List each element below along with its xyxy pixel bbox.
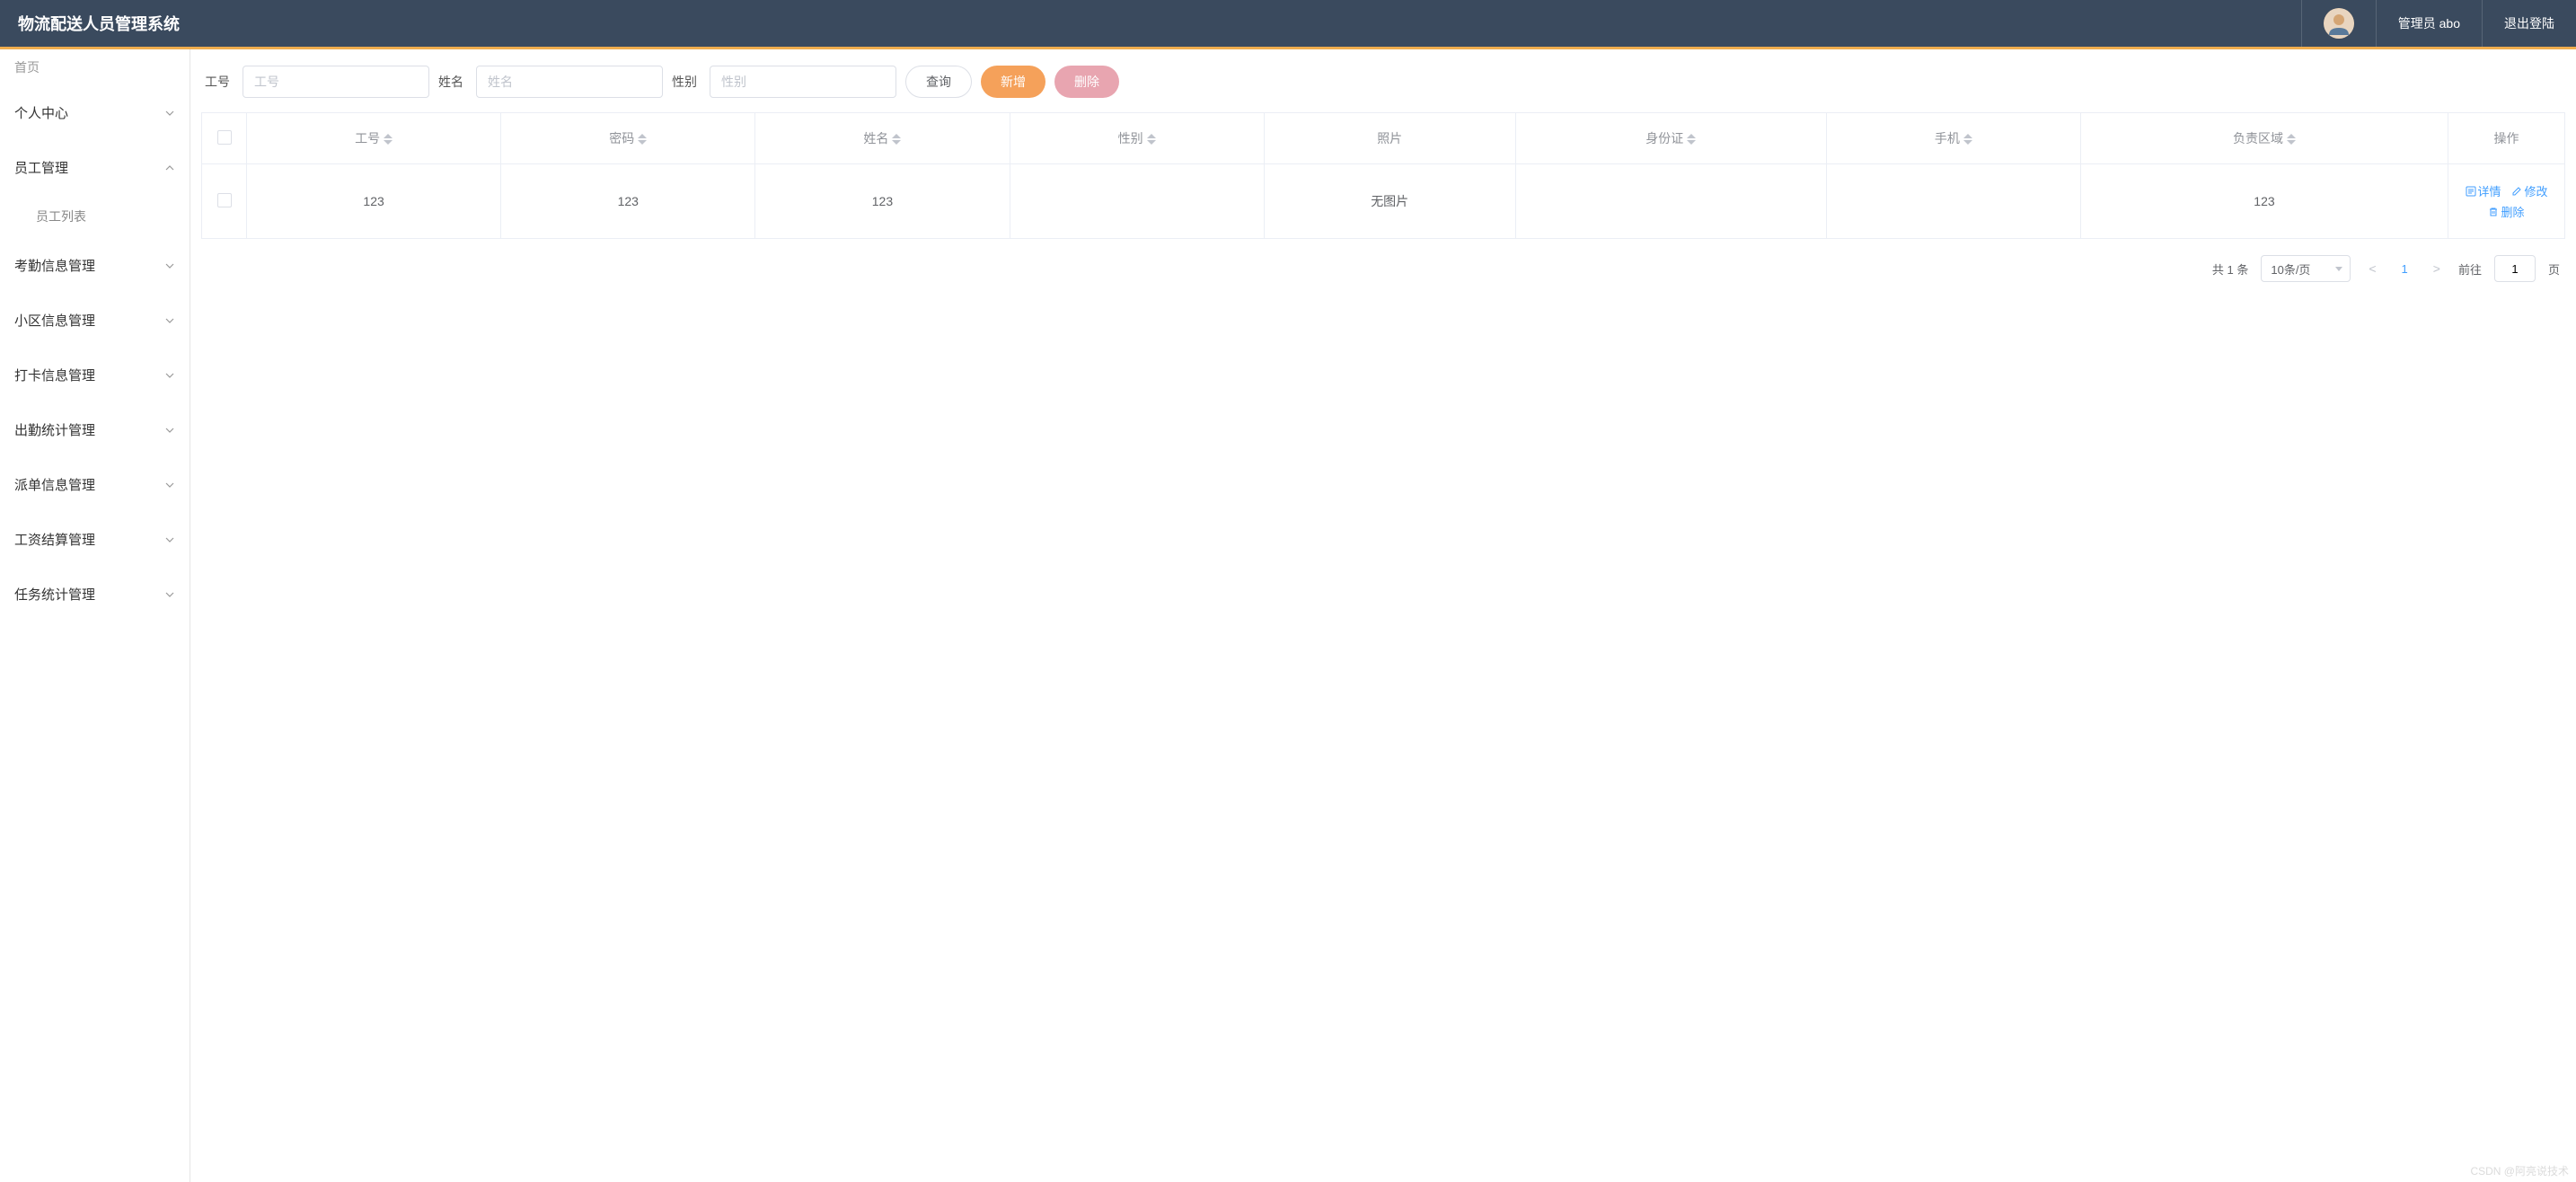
- sidebar-item-checkin[interactable]: 打卡信息管理: [0, 348, 190, 402]
- add-button[interactable]: 新增: [981, 66, 1045, 98]
- app-title: 物流配送人员管理系统: [0, 12, 180, 35]
- cell-ops: 详情 修改 删除: [2448, 164, 2565, 239]
- avatar-cell[interactable]: [2301, 0, 2376, 47]
- sidebar-item-employee[interactable]: 员工管理: [0, 140, 190, 195]
- chevron-down-icon: [164, 370, 175, 381]
- chevron-down-icon: [164, 425, 175, 436]
- sidebar-subitem-employee-list[interactable]: 员工列表: [0, 195, 190, 238]
- chevron-down-icon: [164, 108, 175, 119]
- chevron-down-icon: [164, 315, 175, 326]
- sort-icon: [638, 134, 647, 145]
- user-label[interactable]: 管理员 abo: [2376, 0, 2482, 47]
- data-table: 工号 密码 姓名 性别 照片 身份证 手机 负责区域 操作 123 123 12…: [201, 112, 2565, 239]
- sidebar-item-personal[interactable]: 个人中心: [0, 85, 190, 140]
- pagination: 共 1 条 10条/页 < 1 > 前往 页: [201, 255, 2565, 282]
- sidebar-item-salary[interactable]: 工资结算管理: [0, 512, 190, 567]
- sidebar-item-label: 工资结算管理: [14, 530, 95, 549]
- header-right: 管理员 abo 退出登陆: [2301, 0, 2576, 47]
- cell-xingbie: [1010, 164, 1264, 239]
- col-zhaopian: 照片: [1264, 113, 1515, 164]
- sort-icon: [384, 134, 393, 145]
- sort-icon: [1687, 134, 1696, 145]
- op-detail[interactable]: 详情: [2466, 182, 2501, 199]
- col-xingbie[interactable]: 性别: [1010, 113, 1264, 164]
- total-text: 共 1 条: [2212, 260, 2249, 278]
- logout-button[interactable]: 退出登陆: [2482, 0, 2576, 47]
- filter-bar: 工号 姓名 性别 查询 新增 删除: [201, 66, 2565, 98]
- col-xingming[interactable]: 姓名: [755, 113, 1010, 164]
- cell-shenfenzheng: [1515, 164, 1826, 239]
- chevron-down-icon: [164, 480, 175, 490]
- prev-page-button[interactable]: <: [2363, 261, 2381, 276]
- page-number[interactable]: 1: [2395, 262, 2415, 276]
- sidebar: 首页 个人中心 员工管理 员工列表 考勤信息管理 小区信息管理 打卡信息管理 出…: [0, 49, 190, 1182]
- watermark: CSDN @阿亮说技术: [2470, 1163, 2569, 1178]
- main-content: 工号 姓名 性别 查询 新增 删除 工号 密码 姓名 性别 照片 身份证 手机: [190, 49, 2576, 1182]
- op-edit[interactable]: 修改: [2511, 182, 2547, 199]
- chevron-down-icon: [164, 260, 175, 271]
- sidebar-item-label: 小区信息管理: [14, 311, 95, 330]
- trash-icon: [2488, 207, 2499, 217]
- sidebar-item-dispatch[interactable]: 派单信息管理: [0, 457, 190, 512]
- col-shenfenzheng[interactable]: 身份证: [1515, 113, 1826, 164]
- cell-gonghao: 123: [247, 164, 501, 239]
- goto-suffix: 页: [2548, 260, 2560, 278]
- goto-label: 前往: [2458, 260, 2482, 278]
- sidebar-item-label: 打卡信息管理: [14, 366, 95, 384]
- xingming-input[interactable]: [476, 66, 663, 98]
- breadcrumb[interactable]: 首页: [0, 49, 190, 85]
- op-delete[interactable]: 删除: [2488, 203, 2524, 220]
- col-mima[interactable]: 密码: [501, 113, 755, 164]
- filter-label-xingbie: 性别: [672, 73, 697, 91]
- detail-icon: [2466, 186, 2476, 197]
- sidebar-item-label: 出勤统计管理: [14, 420, 95, 439]
- sidebar-item-attendance[interactable]: 考勤信息管理: [0, 238, 190, 293]
- page-size-select[interactable]: 10条/页: [2261, 255, 2351, 282]
- gonghao-input[interactable]: [243, 66, 429, 98]
- cell-shouji: [1826, 164, 2080, 239]
- sidebar-item-label: 考勤信息管理: [14, 256, 95, 275]
- sort-icon: [1963, 134, 1972, 145]
- col-shouji[interactable]: 手机: [1826, 113, 2080, 164]
- col-ops: 操作: [2448, 113, 2565, 164]
- next-page-button[interactable]: >: [2428, 261, 2446, 276]
- query-button[interactable]: 查询: [905, 66, 972, 98]
- filter-label-gonghao: 工号: [205, 73, 230, 91]
- table-row: 123 123 123 无图片 123 详情 修改 删除: [202, 164, 2565, 239]
- goto-input[interactable]: [2494, 255, 2536, 282]
- col-gonghao[interactable]: 工号: [247, 113, 501, 164]
- select-all-checkbox[interactable]: [217, 130, 232, 145]
- layout: 首页 个人中心 员工管理 员工列表 考勤信息管理 小区信息管理 打卡信息管理 出…: [0, 49, 2576, 1182]
- sort-icon: [892, 134, 901, 145]
- xingbie-input[interactable]: [710, 66, 896, 98]
- filter-label-xingming: 姓名: [438, 73, 463, 91]
- sort-icon: [1147, 134, 1156, 145]
- row-checkbox[interactable]: [217, 193, 232, 207]
- sidebar-item-label: 任务统计管理: [14, 585, 95, 604]
- cell-xingming: 123: [755, 164, 1010, 239]
- edit-icon: [2511, 186, 2522, 197]
- delete-button[interactable]: 删除: [1054, 66, 1119, 98]
- sidebar-item-community[interactable]: 小区信息管理: [0, 293, 190, 348]
- sidebar-item-label: 个人中心: [14, 103, 68, 122]
- sidebar-item-label: 员工管理: [14, 158, 68, 177]
- sort-icon: [2287, 134, 2296, 145]
- header: 物流配送人员管理系统 管理员 abo 退出登陆: [0, 0, 2576, 47]
- chevron-down-icon: [164, 534, 175, 545]
- sidebar-item-attendance-stats[interactable]: 出勤统计管理: [0, 402, 190, 457]
- table-header-row: 工号 密码 姓名 性别 照片 身份证 手机 负责区域 操作: [202, 113, 2565, 164]
- sidebar-item-task-stats[interactable]: 任务统计管理: [0, 567, 190, 622]
- chevron-up-icon: [164, 163, 175, 173]
- chevron-down-icon: [164, 589, 175, 600]
- cell-fuzequyu: 123: [2080, 164, 2448, 239]
- avatar: [2324, 8, 2354, 39]
- cell-zhaopian: 无图片: [1264, 164, 1515, 239]
- sidebar-item-label: 派单信息管理: [14, 475, 95, 494]
- col-fuzequyu[interactable]: 负责区域: [2080, 113, 2448, 164]
- cell-mima: 123: [501, 164, 755, 239]
